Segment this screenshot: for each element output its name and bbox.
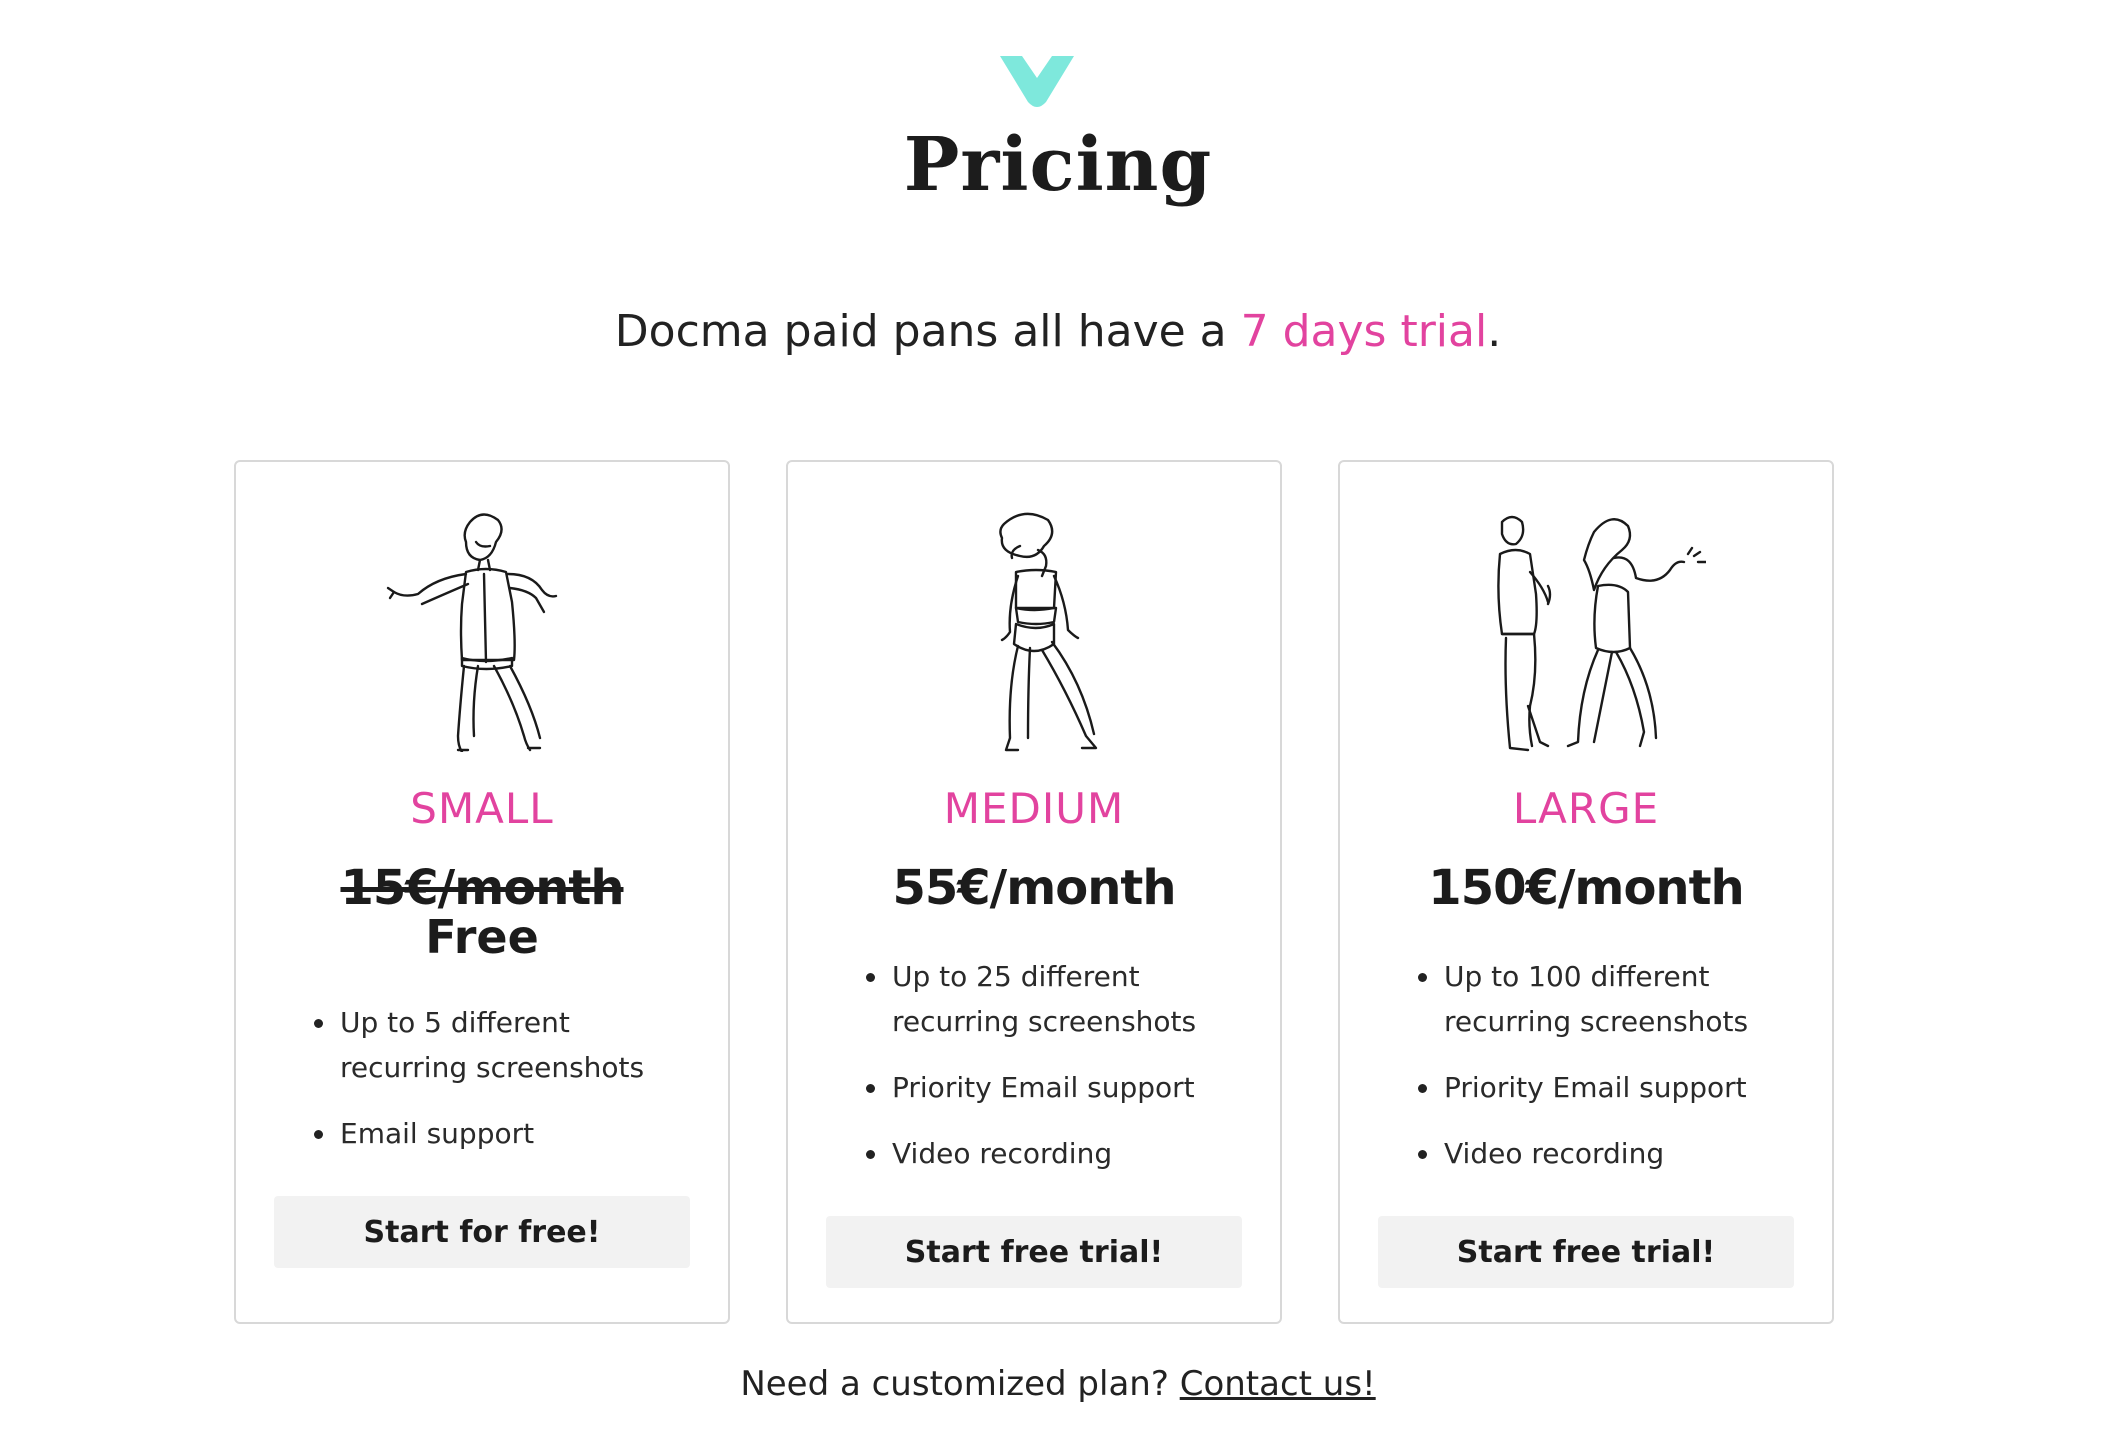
plan-name: LARGE xyxy=(1512,784,1660,833)
feature-item: Video recording xyxy=(866,1131,1250,1176)
plan-price: 55€/month xyxy=(892,860,1176,916)
plan-card-small: SMALL 15€/month Free Up to 5 different r… xyxy=(234,460,730,1324)
feature-item: Priority Email support xyxy=(866,1065,1250,1110)
plan-card-medium: MEDIUM 55€/month Up to 25 different recu… xyxy=(786,460,1282,1324)
logo xyxy=(996,54,1078,110)
start-free-trial-button[interactable]: Start free trial! xyxy=(1378,1216,1794,1288)
plan-price-original: 15€/month xyxy=(340,860,624,916)
custom-plan-footer: Need a customized plan? Contact us! xyxy=(0,1364,2116,1404)
plan-price-free: Free xyxy=(425,910,539,964)
feature-item: Up to 5 different recurring screenshots xyxy=(314,1000,698,1090)
feature-list: Up to 25 different recurring screenshots… xyxy=(866,954,1250,1197)
plan-price: 150€/month xyxy=(1428,860,1744,916)
plan-name: SMALL xyxy=(410,784,554,833)
dancing-woman-illustration xyxy=(788,502,1280,752)
plan-name: MEDIUM xyxy=(943,784,1125,833)
start-for-free-button[interactable]: Start for free! xyxy=(274,1196,690,1268)
dancing-couple-illustration xyxy=(1340,502,1832,752)
subtitle-text: Docma paid pans all have a xyxy=(614,306,1241,357)
contact-us-link[interactable]: Contact us! xyxy=(1180,1364,1376,1404)
plan-card-large: LARGE 150€/month Up to 100 different rec… xyxy=(1338,460,1834,1324)
start-free-trial-button[interactable]: Start free trial! xyxy=(826,1216,1242,1288)
trial-highlight: 7 days trial xyxy=(1240,306,1488,357)
subtitle-period: . xyxy=(1487,306,1502,357)
page-title: Pricing xyxy=(903,122,1213,208)
page-subtitle: Docma paid pans all have a 7 days trial. xyxy=(0,306,2116,357)
feature-item: Up to 25 different recurring screenshots xyxy=(866,954,1250,1044)
feature-item: Up to 100 different recurring screenshot… xyxy=(1418,954,1802,1044)
feature-item: Video recording xyxy=(1418,1131,1802,1176)
chevron-v-logo-icon xyxy=(1000,56,1074,107)
dancing-man-illustration xyxy=(236,502,728,752)
feature-item: Email support xyxy=(314,1111,698,1156)
feature-list: Up to 5 different recurring screenshots … xyxy=(314,1000,698,1177)
feature-list: Up to 100 different recurring screenshot… xyxy=(1418,954,1802,1197)
footer-text: Need a customized plan? xyxy=(740,1364,1180,1404)
feature-item: Priority Email support xyxy=(1418,1065,1802,1110)
